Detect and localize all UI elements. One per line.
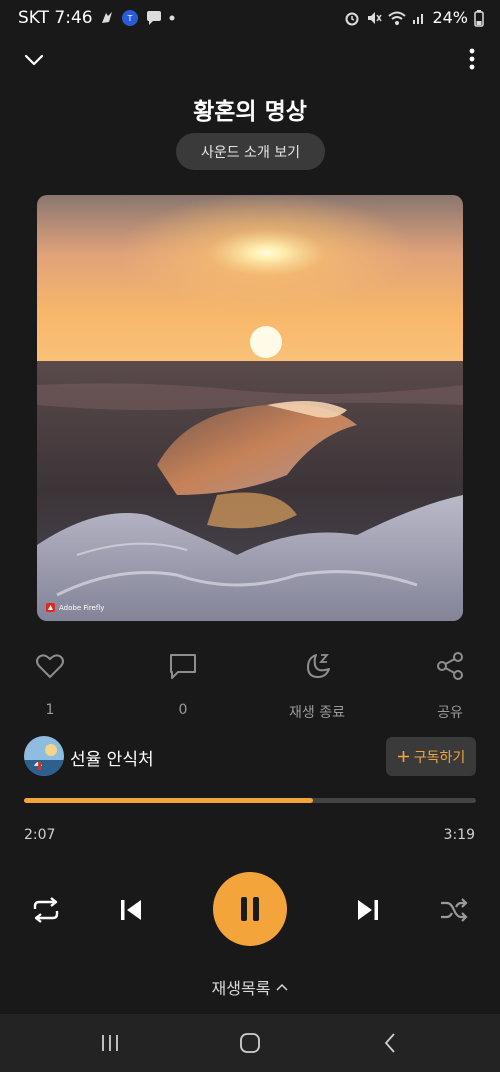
track-title: 황혼의 명상 [193,99,307,125]
app-badge-icon: T [121,9,139,27]
back-button[interactable] [370,1028,410,1058]
dot-icon [169,15,175,21]
chevron-down-icon [24,54,44,66]
previous-button[interactable] [113,893,149,927]
skip-next-icon [358,900,378,920]
more-vertical-icon [469,48,475,70]
chat-icon [145,10,163,26]
comment-count: 0 [178,702,188,718]
playlist-label: 재생목록 [211,979,271,998]
share-icon [437,652,463,680]
sound-intro-button[interactable]: 사운드 소개 보기 [176,133,325,170]
status-bar-left: SKT 7:46 T [18,8,175,28]
svg-text:T: T [126,14,132,23]
album-artwork [37,195,463,621]
like-action[interactable]: 1 [5,650,95,718]
pause-button[interactable] [213,872,287,946]
wifi-icon [388,10,407,26]
mute-icon [366,10,383,26]
share-label: 공유 [437,705,463,721]
alarm-icon [344,10,360,26]
next-button[interactable] [350,893,386,927]
home-button[interactable] [230,1028,270,1058]
notification-icon [99,10,115,26]
carrier-time: SKT 7:46 [18,8,93,28]
battery-icon [474,9,484,27]
heart-icon [36,654,64,679]
firefly-credit: Adobe Firefly [46,603,104,612]
adobe-logo-icon [46,603,55,612]
sleep-timer-action[interactable]: 재생 종료 [272,650,362,722]
comment-icon [170,654,196,679]
subscribe-button[interactable]: 구독하기 [386,737,476,776]
comment-action[interactable]: 0 [138,650,228,718]
moon-sleep-icon [307,654,330,678]
home-icon [240,1033,260,1053]
shuffle-button[interactable] [436,893,472,927]
channel-name[interactable]: 선율 안식처 [70,745,154,770]
back-icon [384,1033,395,1053]
repeat-button[interactable] [28,893,64,927]
like-count: 1 [45,702,55,718]
signal-icon [412,11,426,25]
battery-level: 24% [432,8,468,27]
sleep-timer-label: 재생 종료 [289,705,345,721]
chevron-up-icon [276,983,288,991]
share-action[interactable]: 공유 [405,650,495,722]
more-options-button[interactable] [466,46,478,72]
repeat-icon [33,897,59,923]
plus-icon [397,751,409,762]
recent-apps-icon [102,1035,118,1051]
skip-previous-icon [121,900,141,920]
channel-avatar[interactable] [24,736,64,776]
recent-apps-button[interactable] [90,1028,130,1058]
playlist-toggle[interactable]: 재생목록 [0,975,500,999]
subscribe-label: 구독하기 [413,749,466,766]
status-bar-right: 24% [344,8,484,27]
pause-icon [241,897,259,921]
firefly-credit-text: Adobe Firefly [59,603,105,612]
elapsed-time: 2:07 [24,827,56,843]
collapse-button[interactable] [20,48,48,72]
total-time: 3:19 [443,827,475,843]
progress-fill [24,798,313,803]
shuffle-icon [441,898,468,922]
